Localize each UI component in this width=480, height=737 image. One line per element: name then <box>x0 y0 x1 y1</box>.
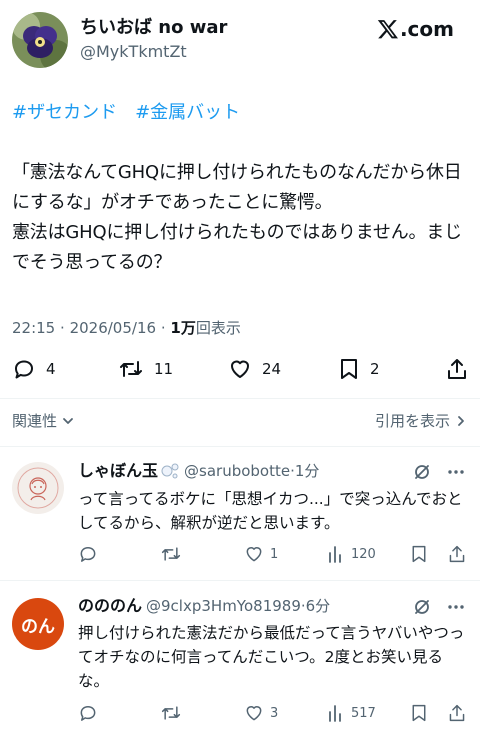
reply-text: 押し付けられた憲法だから最低だって言うヤバいやつってオチなのに何言ってんだこいつ… <box>78 624 465 690</box>
more-options-button[interactable] <box>446 597 466 617</box>
x-logo-icon <box>377 20 398 39</box>
bookmark-button[interactable]: 2 <box>338 357 380 381</box>
heart-icon <box>246 547 262 562</box>
divider <box>0 446 480 447</box>
heart-icon <box>231 360 249 378</box>
view-label: 回表示 <box>195 319 241 337</box>
reply-reply-button[interactable] <box>78 544 98 564</box>
grok-button[interactable] <box>412 462 432 482</box>
brand-domain: .com <box>399 17 454 41</box>
reply-author-handle[interactable]: @9clxp3HmYo81989 <box>146 595 301 617</box>
reply-icon <box>80 547 96 562</box>
reply-like-button[interactable]: 3 <box>244 703 278 723</box>
author-display-name[interactable]: ちいおば no war <box>80 16 227 40</box>
more-options-button[interactable] <box>446 462 466 482</box>
author-avatar[interactable] <box>12 12 68 68</box>
reply-bookmark-button[interactable] <box>410 703 428 723</box>
reply-share-button[interactable] <box>448 544 466 564</box>
divider <box>0 580 480 581</box>
reply-time: ·1分 <box>290 462 320 480</box>
reply-icon <box>80 706 96 721</box>
reply-author-handle[interactable]: @sarubobotte <box>184 460 290 482</box>
bar-chart-icon <box>329 546 341 563</box>
avatar-text: のん <box>21 616 55 637</box>
share-icon <box>448 359 466 379</box>
hashtag-link[interactable]: #ザセカンド <box>12 102 117 123</box>
grok-icon <box>415 465 429 479</box>
reply-text: って言ってるボケに「思想イカつ...」で突っ込んでおとしてるから、解釈が逆だと思… <box>78 490 463 532</box>
reply-author-name[interactable]: のののん <box>78 595 142 617</box>
reply-like-count: 3 <box>270 705 279 721</box>
author-handle[interactable]: @MykTkmtZt <box>80 41 187 63</box>
meta-separator: · <box>60 319 65 337</box>
repost-icon <box>161 547 181 561</box>
chevron-down-icon <box>63 418 73 424</box>
reply-share-button[interactable] <box>448 703 466 723</box>
reply-count: 4 <box>46 360 56 378</box>
view-quotes-link[interactable]: 引用を表示 <box>375 410 468 432</box>
sort-label: 関連性 <box>12 412 58 430</box>
hashtag-link[interactable]: #金属バット <box>135 102 240 123</box>
share-icon <box>449 704 465 722</box>
hashtag-list: #ザセカンド #金属バット <box>12 100 240 126</box>
repost-icon <box>161 706 181 720</box>
like-count: 24 <box>262 360 282 378</box>
reply-header: のののん @9clxp3HmYo81989 ·6分 <box>78 595 330 617</box>
bookmark-icon <box>412 704 426 722</box>
bookmark-icon <box>412 545 426 563</box>
reply-like-button[interactable]: 1 <box>244 544 278 564</box>
bubbles-emoji-icon <box>161 463 179 479</box>
post-date[interactable]: 2026/05/16 <box>70 319 156 337</box>
more-icon <box>448 470 464 474</box>
reply-view-count: 120 <box>351 546 376 562</box>
view-quotes-label: 引用を表示 <box>374 412 450 430</box>
repost-count: 11 <box>154 360 174 378</box>
sort-relevance-dropdown[interactable]: 関連性 <box>12 410 75 432</box>
meta-separator: · <box>160 319 166 337</box>
repost-icon <box>120 361 142 377</box>
reply-bookmark-button[interactable] <box>410 544 428 564</box>
grok-icon <box>415 600 429 614</box>
post-metadata: 22:15 · 2026/05/16 · 1万回表示 <box>12 317 241 339</box>
post-time[interactable]: 22:15 <box>12 319 55 337</box>
reply-repost-button[interactable] <box>160 703 182 723</box>
reply-time: ·6分 <box>300 597 331 615</box>
reply-views-button[interactable]: 120 <box>327 544 376 564</box>
post-body-text: 「憲法なんてGHQに押し付けられたものなんだから休日にするな」がオチであったこと… <box>12 162 462 273</box>
reply-view-count: 517 <box>351 705 376 721</box>
reply-avatar[interactable]: のん <box>12 598 64 650</box>
reply-reply-button[interactable] <box>78 703 98 723</box>
x-brand-logo: .com <box>377 14 454 44</box>
reply-author-name[interactable]: しゃぼん玉 <box>78 460 158 482</box>
grok-button[interactable] <box>412 597 432 617</box>
view-count: 1万 <box>170 319 196 337</box>
reply-icon <box>15 360 33 379</box>
divider <box>0 398 480 399</box>
bar-chart-icon <box>329 705 341 722</box>
reply-avatar[interactable] <box>12 462 64 514</box>
share-icon <box>449 545 465 563</box>
share-button[interactable] <box>446 357 468 381</box>
chevron-right-icon <box>458 416 464 426</box>
like-button[interactable]: 24 <box>228 357 281 381</box>
bookmark-icon <box>341 359 357 379</box>
reply-button[interactable]: 4 <box>12 357 56 381</box>
reply-repost-button[interactable] <box>160 544 182 564</box>
reply-header: しゃぼん玉 @sarubobotte ·1分 <box>78 460 319 482</box>
more-icon <box>448 605 464 609</box>
repost-button[interactable]: 11 <box>118 357 173 381</box>
heart-icon <box>246 706 262 721</box>
reply-views-button[interactable]: 517 <box>327 703 376 723</box>
bookmark-count: 2 <box>370 360 380 378</box>
reply-like-count: 1 <box>270 546 279 562</box>
